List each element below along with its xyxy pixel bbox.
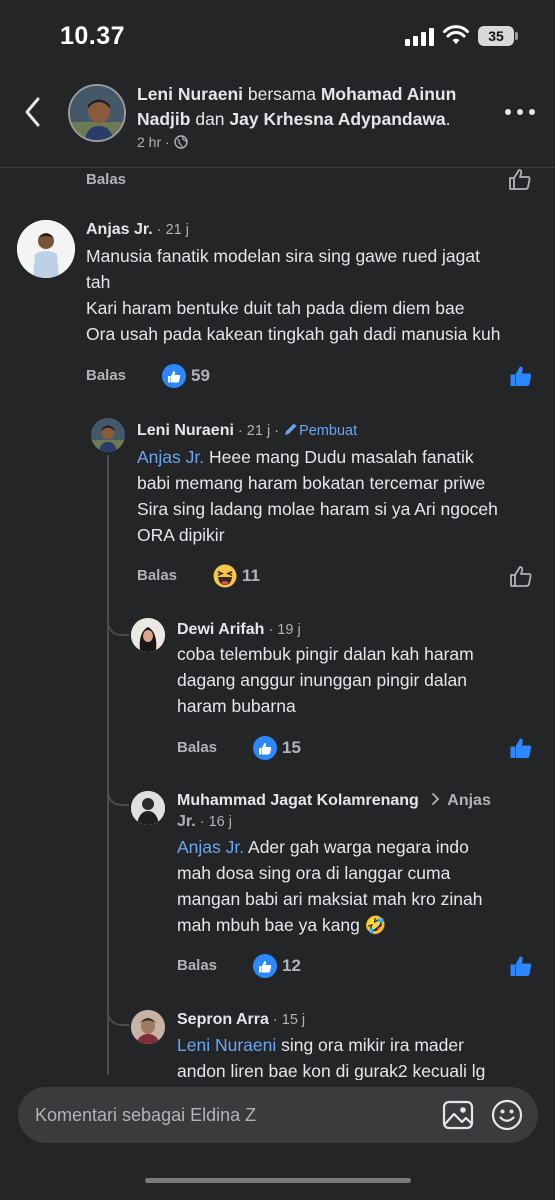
comment-line: mangan babi ari maksiat mah kro zinah — [177, 889, 483, 909]
reply-button[interactable]: Balas — [177, 739, 217, 756]
commenter-name[interactable]: Dewi Arifah — [177, 621, 264, 638]
comment-line: mah mbuh bae ya kang 🤣 — [177, 915, 387, 935]
reaction-count: 12 — [282, 956, 301, 975]
author-avatar[interactable] — [68, 84, 126, 142]
commenter-avatar[interactable] — [91, 418, 125, 452]
back-arrow-icon[interactable] — [20, 94, 48, 130]
reaction-summary[interactable]: 59 — [162, 364, 210, 388]
like-icon[interactable] — [509, 565, 533, 587]
reaction-count: 15 — [282, 738, 301, 757]
commenter-avatar[interactable] — [131, 618, 165, 652]
mention-link[interactable]: Anjas Jr. — [137, 447, 204, 467]
reaction-summary[interactable]: 11 — [213, 564, 260, 588]
comment-input[interactable] — [35, 1101, 435, 1129]
cellular-signal-icon — [405, 28, 435, 46]
comment-text: Anjas Jr. Ader gah warga negara indo mah… — [177, 834, 547, 938]
reaction-count: 11 — [242, 566, 260, 585]
comment-line: Kari haram bentuke duit tah pada diem di… — [86, 298, 465, 318]
like-icon[interactable] — [509, 737, 533, 759]
comment-line: Anjas Jr. Heee mang Dudu masalah fanatik — [137, 447, 474, 467]
emoji-icon[interactable] — [490, 1098, 524, 1132]
comment-line: Anjas Jr. Ader gah warga negara indo — [177, 837, 469, 857]
comment-line: andon liren bae kon di gurak2 kecuali lg — [177, 1061, 486, 1080]
author-badge: Pembuat — [299, 423, 358, 439]
chevron-right-icon — [432, 793, 440, 805]
like-icon[interactable] — [509, 955, 533, 977]
home-indicator — [145, 1178, 411, 1183]
comment-reply: Dewi Arifah · 19 j coba telembuk pingir … — [0, 615, 555, 765]
like-icon[interactable] — [509, 365, 533, 387]
mention-link[interactable]: Leni Nuraeni — [177, 1035, 276, 1055]
like-reaction-icon — [162, 364, 186, 388]
title-end: . — [445, 109, 451, 129]
like-icon[interactable] — [508, 168, 532, 190]
reply-button[interactable]: Balas — [86, 367, 126, 384]
comment-time: · 19 j — [264, 622, 301, 638]
comment-reply: Leni Nuraeni · 21 j · Pembuat Anjas Jr. … — [0, 415, 555, 595]
reaction-summary[interactable]: 15 — [253, 736, 301, 760]
haha-reaction-icon — [213, 564, 237, 588]
commenter-name[interactable]: Leni Nuraeni — [137, 422, 234, 439]
comment-text: Anjas Jr. Heee mang Dudu masalah fanatik… — [137, 444, 547, 548]
reaction-summary[interactable]: 12 — [253, 954, 301, 978]
comment-time: · 15 j — [268, 1012, 306, 1028]
pencil-icon — [285, 423, 297, 435]
comment-text: coba telembuk pingir dalan kah haram dag… — [177, 641, 547, 719]
comment-line: tah — [86, 272, 111, 292]
comment-line: babi memang haram bokatan tercemar priwe — [137, 473, 486, 493]
post-title[interactable]: Leni Nuraeni bersama Mohamad Ainun Nadji… — [137, 82, 497, 132]
commenter-name[interactable]: Sepron Arra — [177, 1011, 269, 1028]
comment-line: coba telembuk pingir dalan kah haram — [177, 644, 474, 664]
more-options-icon[interactable] — [505, 108, 535, 118]
comment-line: dagang anggur inunggan pingir dalan — [177, 670, 467, 690]
reply-button[interactable]: Balas — [177, 957, 217, 974]
wifi-icon — [443, 25, 469, 44]
photo-icon[interactable] — [441, 1098, 475, 1132]
comment-line: mah dosa sing ora di langgar cuma — [177, 863, 451, 883]
comment-reply: Muhammad Jagat Kolamrenang Anjas Jr. · 1… — [0, 786, 555, 986]
post-time: 2 hr — [137, 134, 162, 150]
comment-composer — [18, 1087, 538, 1143]
reaction-count: 59 — [191, 366, 210, 385]
comment-line: Leni Nuraeni sing ora mikir ira mader — [177, 1035, 464, 1055]
comment-text: Manusia fanatik modelan sira sing gawe r… — [86, 243, 546, 347]
post-header: Leni Nuraeni bersama Mohamad Ainun Nadji… — [0, 70, 555, 168]
reply-to-name-cont[interactable]: Jr. — [177, 813, 196, 830]
tagged-user-2[interactable]: Jay Krhesna Adypandawa — [229, 109, 445, 129]
reply-to-name[interactable]: Anjas — [447, 792, 491, 809]
comment-line: ORA dipikir — [137, 525, 225, 545]
commenter-avatar[interactable] — [131, 1010, 165, 1044]
comment-text: Leni Nuraeni sing ora mikir ira mader an… — [177, 1032, 547, 1080]
commenter-avatar[interactable] — [17, 220, 75, 278]
globe-icon — [173, 135, 188, 149]
like-reaction-icon — [253, 736, 277, 760]
post-meta: 2 hr · — [137, 134, 188, 150]
and-text: dan — [190, 109, 230, 129]
with-text: bersama — [243, 84, 321, 104]
comment-line: Sira sing ladang molae haram si ya Ari n… — [137, 499, 498, 519]
comment-time: · 16 j — [195, 814, 232, 830]
comment-reply: Sepron Arra · 15 j Leni Nuraeni sing ora… — [0, 1006, 555, 1080]
comment-time: · 21 j · — [233, 423, 284, 439]
commenter-avatar[interactable] — [131, 791, 165, 825]
status-time: 10.37 — [60, 22, 126, 50]
post-author-name[interactable]: Leni Nuraeni — [137, 84, 243, 104]
like-reaction-icon — [253, 954, 277, 978]
commenter-name[interactable]: Anjas Jr. — [86, 221, 153, 238]
previous-comment-actions: Balas — [0, 168, 555, 192]
comment: Anjas Jr. · 21 j Manusia fanatik modelan… — [0, 215, 555, 395]
reply-button[interactable]: Balas — [137, 567, 177, 584]
comment-line: haram bubarna — [177, 696, 296, 716]
status-bar: 10.37 35 — [0, 0, 555, 70]
commenter-name[interactable]: Muhammad Jagat Kolamrenang — [177, 792, 419, 809]
reply-button[interactable]: Balas — [86, 171, 126, 188]
comment-line: Ora usah pada kakean tingkah gah dadi ma… — [86, 324, 501, 344]
meta-dot: · — [161, 134, 174, 150]
mention-link[interactable]: Anjas Jr. — [177, 837, 244, 857]
comment-line: Manusia fanatik modelan sira sing gawe r… — [86, 246, 480, 266]
battery-icon: 35 — [478, 26, 518, 46]
comment-time: · 21 j — [152, 222, 189, 238]
